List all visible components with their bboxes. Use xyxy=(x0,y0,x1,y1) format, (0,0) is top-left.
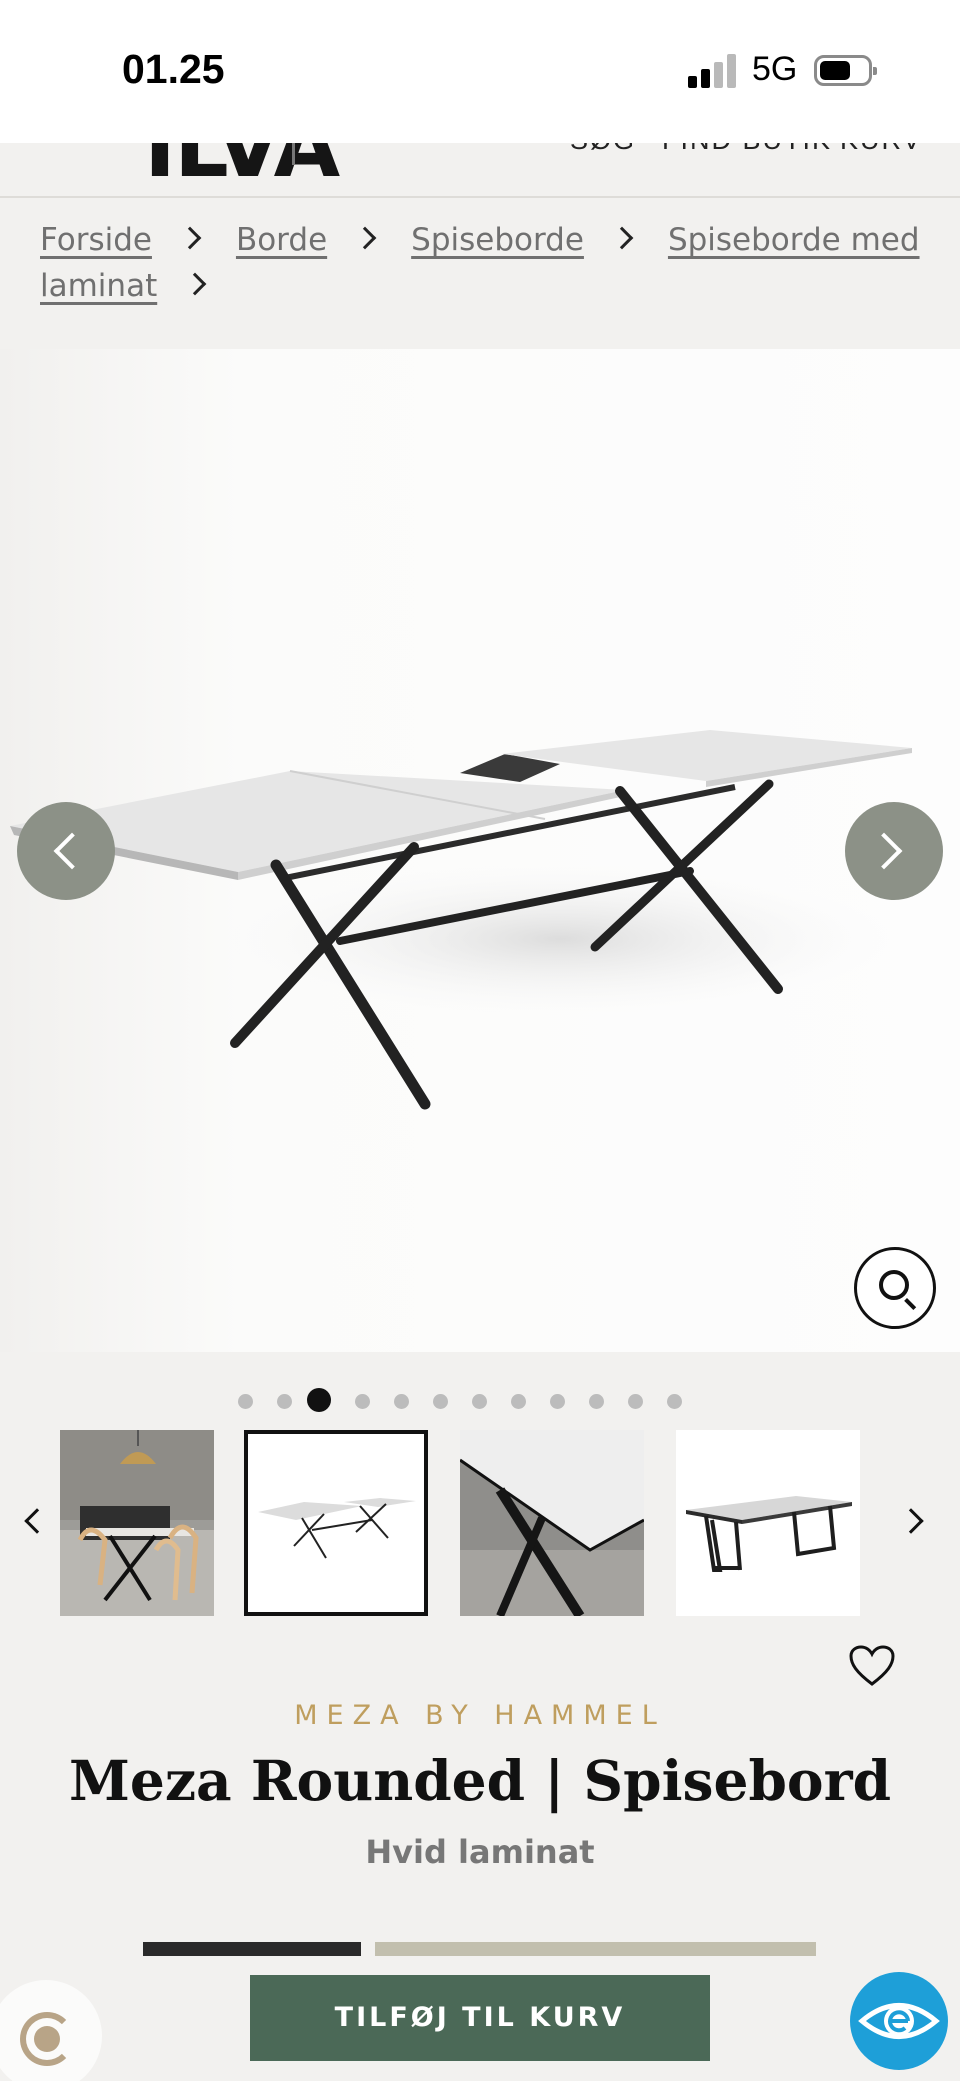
gallery-dot[interactable] xyxy=(307,1388,331,1412)
breadcrumb-spiseborde-med-laminat[interactable]: Spiseborde med xyxy=(668,222,920,258)
thumbnail-strip xyxy=(0,1430,960,1620)
breadcrumb-forside[interactable]: Forside xyxy=(40,222,152,258)
search-icon xyxy=(879,1270,909,1300)
variant-swatch-dark[interactable] xyxy=(143,1942,361,1956)
breadcrumb-spiseborde-med-laminat-cont[interactable]: laminat xyxy=(40,268,157,304)
nav-search-link[interactable]: SØG xyxy=(570,143,636,156)
product-image[interactable] xyxy=(0,349,960,1352)
gallery-dot[interactable] xyxy=(432,1394,448,1409)
chevron-right-icon xyxy=(183,272,207,296)
breadcrumb: Forside Borde Spiseborde Spiseborde med lam… xyxy=(0,200,960,349)
extendable-table-illustration xyxy=(10,730,912,1110)
eye-button[interactable] xyxy=(850,1972,948,2070)
heart-icon[interactable] xyxy=(848,1644,896,1688)
zoom-button[interactable] xyxy=(854,1247,936,1329)
chevron-left-icon xyxy=(53,832,91,870)
product-page: 01.25 5G ILVA SØG FIND BUTIK KURV Forsid… xyxy=(0,0,960,2081)
variant-swatch-light[interactable] xyxy=(375,1942,816,1956)
gallery-dot[interactable] xyxy=(627,1394,643,1409)
recycle-button[interactable] xyxy=(0,1980,102,2081)
chevron-right-icon xyxy=(178,226,202,250)
gallery-dot[interactable] xyxy=(471,1394,487,1409)
add-to-cart-button[interactable]: TILFØJ TIL KURV xyxy=(250,1975,710,2061)
gallery-dot[interactable] xyxy=(237,1394,253,1409)
product-title: Meza Rounded | Spisebord xyxy=(68,1748,892,1813)
gallery-dot[interactable] xyxy=(588,1394,604,1409)
chevron-right-icon xyxy=(353,226,377,250)
product-brand[interactable]: MEZA BY HAMMEL xyxy=(0,1700,960,1731)
eye-icon xyxy=(858,2003,940,2039)
gallery-dot[interactable] xyxy=(393,1394,409,1409)
signal-icon xyxy=(688,54,738,88)
breadcrumb-borde[interactable]: Borde xyxy=(236,222,327,258)
thumbnail-lifestyle-dining[interactable] xyxy=(60,1430,214,1616)
thumbnail-leg-detail[interactable] xyxy=(460,1430,644,1616)
product-variant: Hvid laminat xyxy=(365,1833,595,1871)
site-header: ILVA SØG FIND BUTIK KURV xyxy=(0,143,960,198)
gallery-dot[interactable] xyxy=(666,1394,682,1409)
gallery-next-button[interactable] xyxy=(845,802,943,900)
breadcrumb-spiseborde[interactable]: Spiseborde xyxy=(411,222,584,258)
nav-cart-link[interactable]: KURV xyxy=(840,143,923,156)
thumbs-next-icon[interactable] xyxy=(898,1508,924,1534)
status-time: 01.25 xyxy=(122,46,225,92)
nav-find-store-link[interactable]: FIND BUTIK xyxy=(662,143,832,156)
gallery-prev-button[interactable] xyxy=(17,802,115,900)
site-logo[interactable]: ILVA xyxy=(144,143,340,196)
gallery-dot[interactable] xyxy=(354,1394,370,1409)
thumbnail-frame-table[interactable] xyxy=(676,1430,860,1616)
gallery-dot[interactable] xyxy=(510,1394,526,1409)
gallery-dot[interactable] xyxy=(276,1394,292,1409)
gallery-dots xyxy=(0,1388,960,1414)
chevron-right-icon xyxy=(865,832,903,870)
thumbs-prev-icon[interactable] xyxy=(24,1508,50,1534)
chevron-right-icon xyxy=(610,226,634,250)
logo-divider xyxy=(292,143,295,165)
status-bar: 01.25 5G xyxy=(0,0,960,143)
battery-icon xyxy=(814,55,877,86)
network-type: 5G xyxy=(752,50,798,88)
thumbnail-extended-table[interactable] xyxy=(244,1430,428,1616)
gallery-dot[interactable] xyxy=(549,1394,565,1409)
